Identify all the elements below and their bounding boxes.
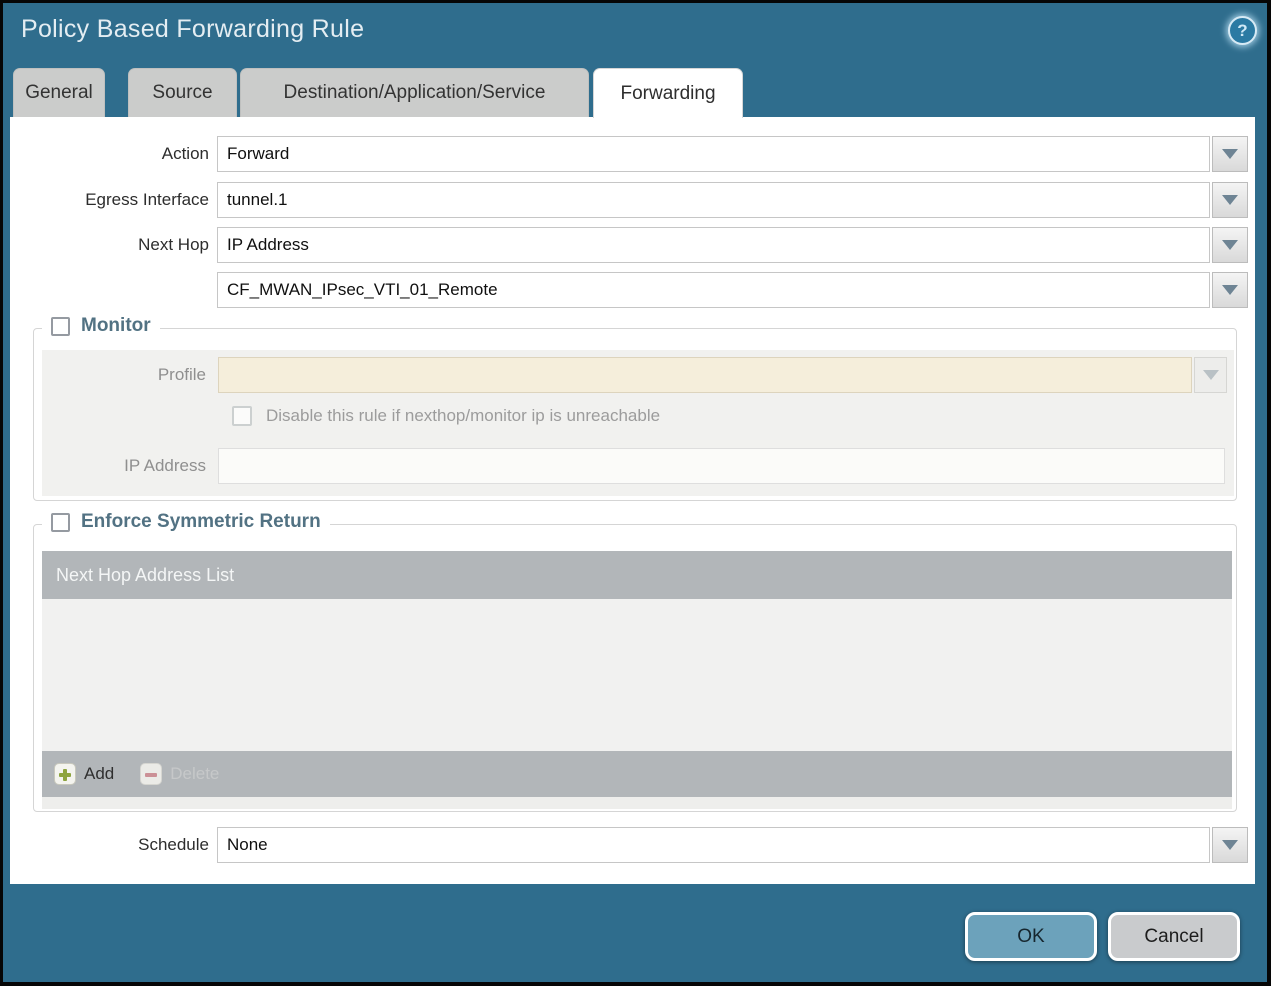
egress-interface-input[interactable] (217, 182, 1210, 218)
chevron-down-icon (1222, 840, 1238, 850)
tab-destination-application-service[interactable]: Destination/Application/Service (240, 68, 589, 117)
next-hop-address-list-body (42, 599, 1232, 751)
disable-rule-label: Disable this rule if nexthop/monitor ip … (266, 406, 661, 425)
profile-row: Profile (42, 357, 1227, 393)
monitor-checkbox[interactable] (51, 316, 70, 336)
monitor-ip-address-row: IP Address (42, 448, 1225, 484)
profile-dropdown-button (1194, 357, 1227, 393)
enforce-symmetric-return-legend: Enforce Symmetric Return (42, 511, 330, 533)
next-hop-row: Next Hop (10, 227, 1248, 263)
chevron-down-icon (1222, 149, 1238, 159)
next-hop-type-input[interactable] (217, 227, 1210, 263)
table-bottom-strip (42, 797, 1232, 809)
next-hop-address-list-table: Next Hop Address List Add Delete (42, 551, 1232, 809)
next-hop-address-input[interactable] (217, 272, 1210, 308)
next-hop-address-dropdown-button[interactable] (1212, 272, 1248, 308)
add-button[interactable]: Add (54, 763, 114, 785)
chevron-down-icon (1222, 240, 1238, 250)
plus-icon (54, 763, 76, 785)
help-icon[interactable]: ? (1228, 16, 1257, 45)
schedule-row: Schedule (10, 827, 1248, 863)
action-dropdown-button[interactable] (1212, 136, 1248, 172)
next-hop-type-dropdown-button[interactable] (1212, 227, 1248, 263)
monitor-ip-address-input (218, 448, 1225, 484)
dialog-title: Policy Based Forwarding Rule (21, 15, 365, 43)
egress-interface-row: Egress Interface (10, 182, 1248, 218)
tab-source[interactable]: Source (128, 68, 237, 117)
action-input[interactable] (217, 136, 1210, 172)
schedule-input[interactable] (217, 827, 1210, 863)
add-button-label: Add (84, 764, 115, 783)
egress-interface-label: Egress Interface (85, 190, 209, 209)
policy-based-forwarding-dialog: Policy Based Forwarding Rule ? General S… (0, 0, 1271, 986)
delete-button: Delete (140, 763, 219, 785)
schedule-dropdown-button[interactable] (1212, 827, 1248, 863)
chevron-down-icon (1222, 195, 1238, 205)
forwarding-tab-panel: Action Egress Interface Next Hop (10, 117, 1255, 884)
schedule-label: Schedule (138, 835, 209, 854)
action-label: Action (161, 144, 209, 163)
minus-icon (140, 763, 163, 785)
question-mark-glyph: ? (1237, 20, 1248, 40)
ok-button[interactable]: OK (965, 912, 1097, 961)
egress-interface-dropdown-button[interactable] (1212, 182, 1248, 218)
next-hop-address-list-header: Next Hop Address List (42, 551, 1232, 599)
delete-button-label: Delete (170, 764, 220, 783)
enforce-symmetric-return-checkbox[interactable] (51, 512, 70, 532)
next-hop-label: Next Hop (138, 235, 209, 254)
action-row: Action (10, 136, 1248, 172)
enforce-symmetric-return-group: Enforce Symmetric Return Next Hop Addres… (33, 511, 1237, 812)
profile-label: Profile (157, 365, 206, 384)
disable-rule-checkbox (232, 406, 252, 426)
cancel-button[interactable]: Cancel (1108, 912, 1240, 961)
monitor-group: Monitor Profile Disable this rule if nex… (33, 315, 1237, 501)
chevron-down-icon (1222, 285, 1238, 295)
monitor-legend: Monitor (42, 315, 160, 337)
disable-rule-row: Disable this rule if nexthop/monitor ip … (232, 406, 660, 426)
profile-input (218, 357, 1192, 393)
monitor-legend-label: Monitor (81, 315, 151, 336)
enforce-symmetric-return-legend-label: Enforce Symmetric Return (81, 511, 321, 532)
tab-forwarding[interactable]: Forwarding (593, 68, 743, 118)
chevron-down-icon (1202, 370, 1219, 380)
next-hop-address-row (10, 272, 1248, 308)
monitor-panel: Profile Disable this rule if nexthop/mon… (42, 350, 1234, 496)
tab-general[interactable]: General (13, 68, 105, 117)
monitor-ip-address-label: IP Address (124, 456, 206, 475)
table-toolbar: Add Delete (42, 751, 1232, 797)
